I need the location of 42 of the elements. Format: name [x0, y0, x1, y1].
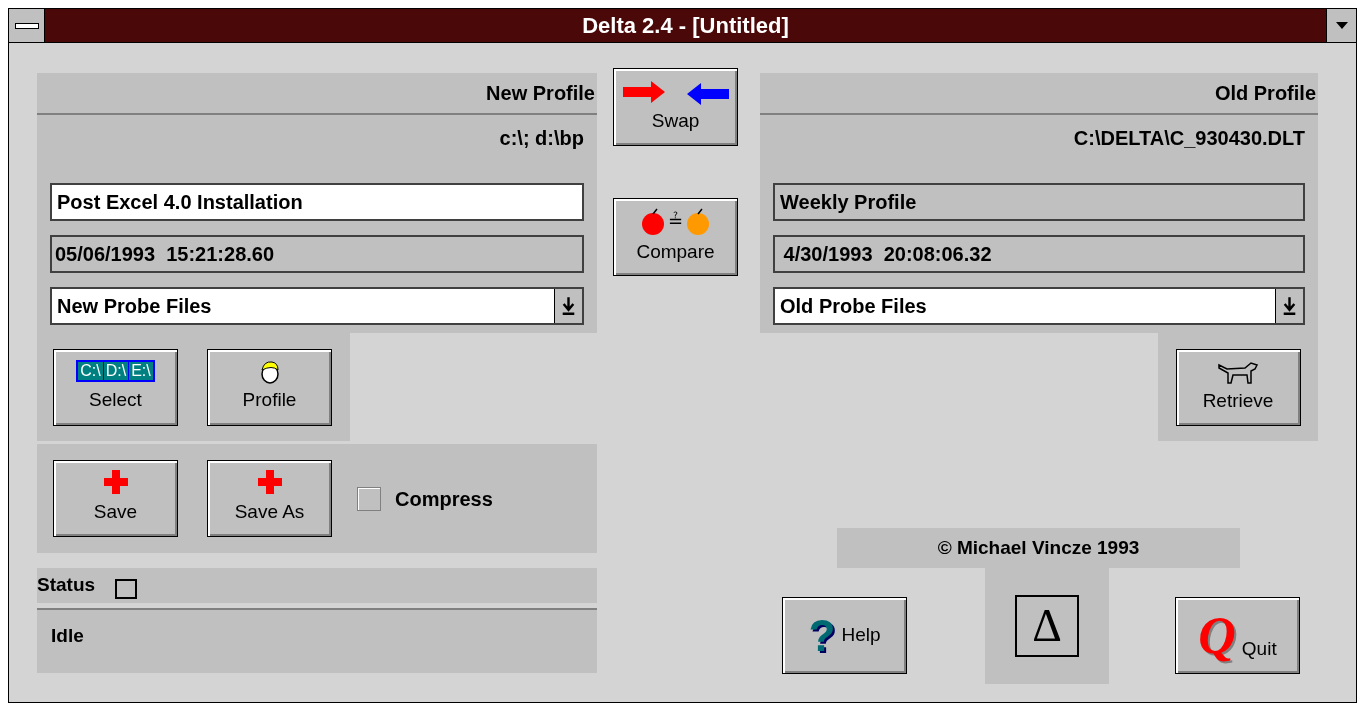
- drive-label: E:\: [128, 361, 153, 380]
- drive-label: D:\: [102, 361, 129, 380]
- save-button[interactable]: Save: [53, 460, 178, 537]
- profile-name-field[interactable]: Post Excel 4.0 Installation: [50, 183, 584, 221]
- timestamp-field: 4/30/1993 20:08:06.32: [773, 235, 1305, 273]
- retrieve-button[interactable]: Retrieve: [1175, 348, 1301, 426]
- copyright-text: © Michael Vincze 1993: [837, 528, 1240, 568]
- equals-sign: ≟: [668, 210, 683, 234]
- fruit-icon: [685, 207, 711, 236]
- timestamp-field: 05/06/1993 15:21:28.60: [50, 235, 584, 273]
- dropdown-value: New Probe Files: [56, 294, 213, 319]
- delta-logo: Δ: [1015, 595, 1079, 657]
- select-button[interactable]: C:\ D:\ E:\ Select: [53, 348, 178, 426]
- window-menu-button[interactable]: [1326, 9, 1356, 42]
- status-label: Status: [37, 573, 96, 598]
- profile-button[interactable]: Profile: [207, 348, 332, 426]
- caret-icon: [1335, 21, 1348, 30]
- head-icon: [259, 359, 280, 384]
- profile-header: Old Profile: [760, 73, 1318, 113]
- plus-icon: [257, 470, 282, 495]
- window-title: Delta 2.4 - [Untitled]: [581, 12, 790, 40]
- drive-label: C:\: [79, 361, 102, 380]
- probe-files-dropdown[interactable]: New Probe Files: [50, 287, 584, 325]
- profile-name-field: Weekly Profile: [773, 183, 1305, 221]
- dropdown-value: Old Probe Files: [779, 294, 928, 319]
- status-text: Idle: [51, 625, 84, 646]
- probe-files-dropdown[interactable]: Old Probe Files: [773, 287, 1305, 325]
- system-menu-button[interactable]: [9, 9, 45, 42]
- profile-path: c:\; d:\bp: [499, 126, 584, 151]
- q-letter-icon: Q: [1198, 609, 1236, 662]
- quit-button[interactable]: Q Quit: [1175, 597, 1300, 674]
- profile-header: New Profile: [37, 73, 597, 113]
- compress-checkbox[interactable]: [357, 486, 381, 511]
- save-button[interactable]: Save As: [207, 460, 332, 537]
- profile-path: C:\DELTA\C_930430.DLT: [1073, 126, 1305, 151]
- fruit-icon: [640, 207, 666, 236]
- question-mark-icon: ?: [808, 613, 836, 658]
- swap-button[interactable]: Swap: [613, 68, 738, 146]
- plus-icon: [103, 470, 128, 495]
- swap-arrows-icon: [620, 78, 731, 105]
- compress-label: Compress: [395, 486, 493, 512]
- compare-button[interactable]: ≟ Compare: [613, 198, 738, 276]
